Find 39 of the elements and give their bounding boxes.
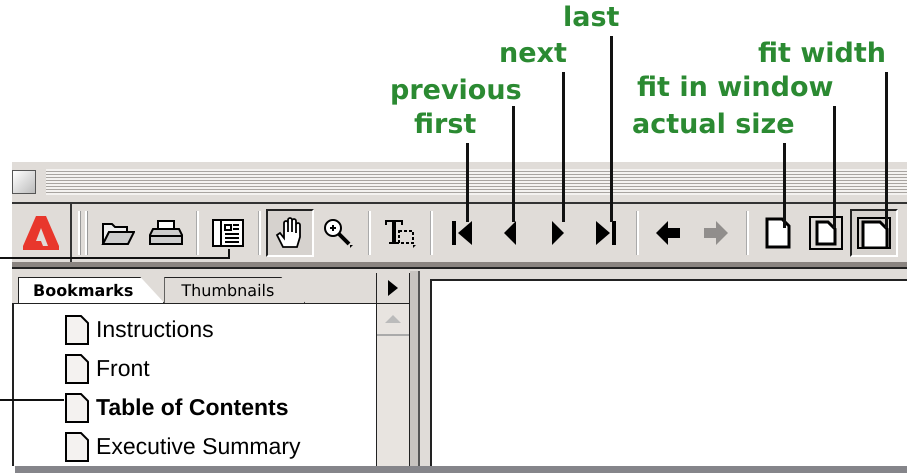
bookmark-item[interactable]: Executive Summary [96, 433, 301, 460]
page-icon [64, 430, 90, 462]
page-icon [64, 314, 90, 346]
tab[interactable]: Thumbnails [164, 277, 306, 303]
toolbar-button[interactable] [266, 209, 314, 257]
page-icon [64, 392, 90, 424]
callout-label: next [499, 38, 567, 70]
page-icon [64, 352, 90, 384]
printer-icon [149, 219, 183, 247]
leader-line [0, 399, 64, 401]
scrollbar[interactable] [376, 304, 410, 466]
scroll-up-icon [385, 315, 401, 323]
callout-label: last [563, 2, 620, 34]
tab[interactable]: Bookmarks [18, 277, 164, 303]
bookmark-item[interactable]: Table of Contents [96, 394, 289, 421]
page-width-icon [857, 217, 891, 249]
callout-label: fit in window [637, 72, 834, 104]
callout-label: fit width [758, 38, 886, 70]
folder-icon [101, 220, 135, 246]
last-page-icon [594, 219, 618, 247]
zoom-icon [322, 217, 354, 249]
back-arrow-icon [655, 219, 681, 247]
previous-page-icon [502, 219, 518, 247]
callout-label: actual size [632, 109, 795, 142]
page-icon [764, 216, 792, 250]
triangle-icon [388, 280, 398, 296]
first-page-icon [450, 219, 474, 247]
text-select-icon [383, 217, 417, 249]
forward-arrow-icon [703, 219, 729, 247]
toolbar-button[interactable] [850, 209, 898, 257]
navigation-pane-icon [212, 219, 244, 247]
bookmark-item[interactable]: Front [96, 355, 150, 382]
bookmark-item[interactable]: Instructions [96, 316, 214, 343]
next-page-icon [550, 219, 566, 247]
pane-splitter[interactable] [410, 271, 420, 466]
close-box[interactable] [12, 170, 36, 194]
page-in-frame-icon [809, 216, 843, 250]
callout-label: first [414, 109, 476, 142]
callout-label: previous [390, 75, 522, 108]
